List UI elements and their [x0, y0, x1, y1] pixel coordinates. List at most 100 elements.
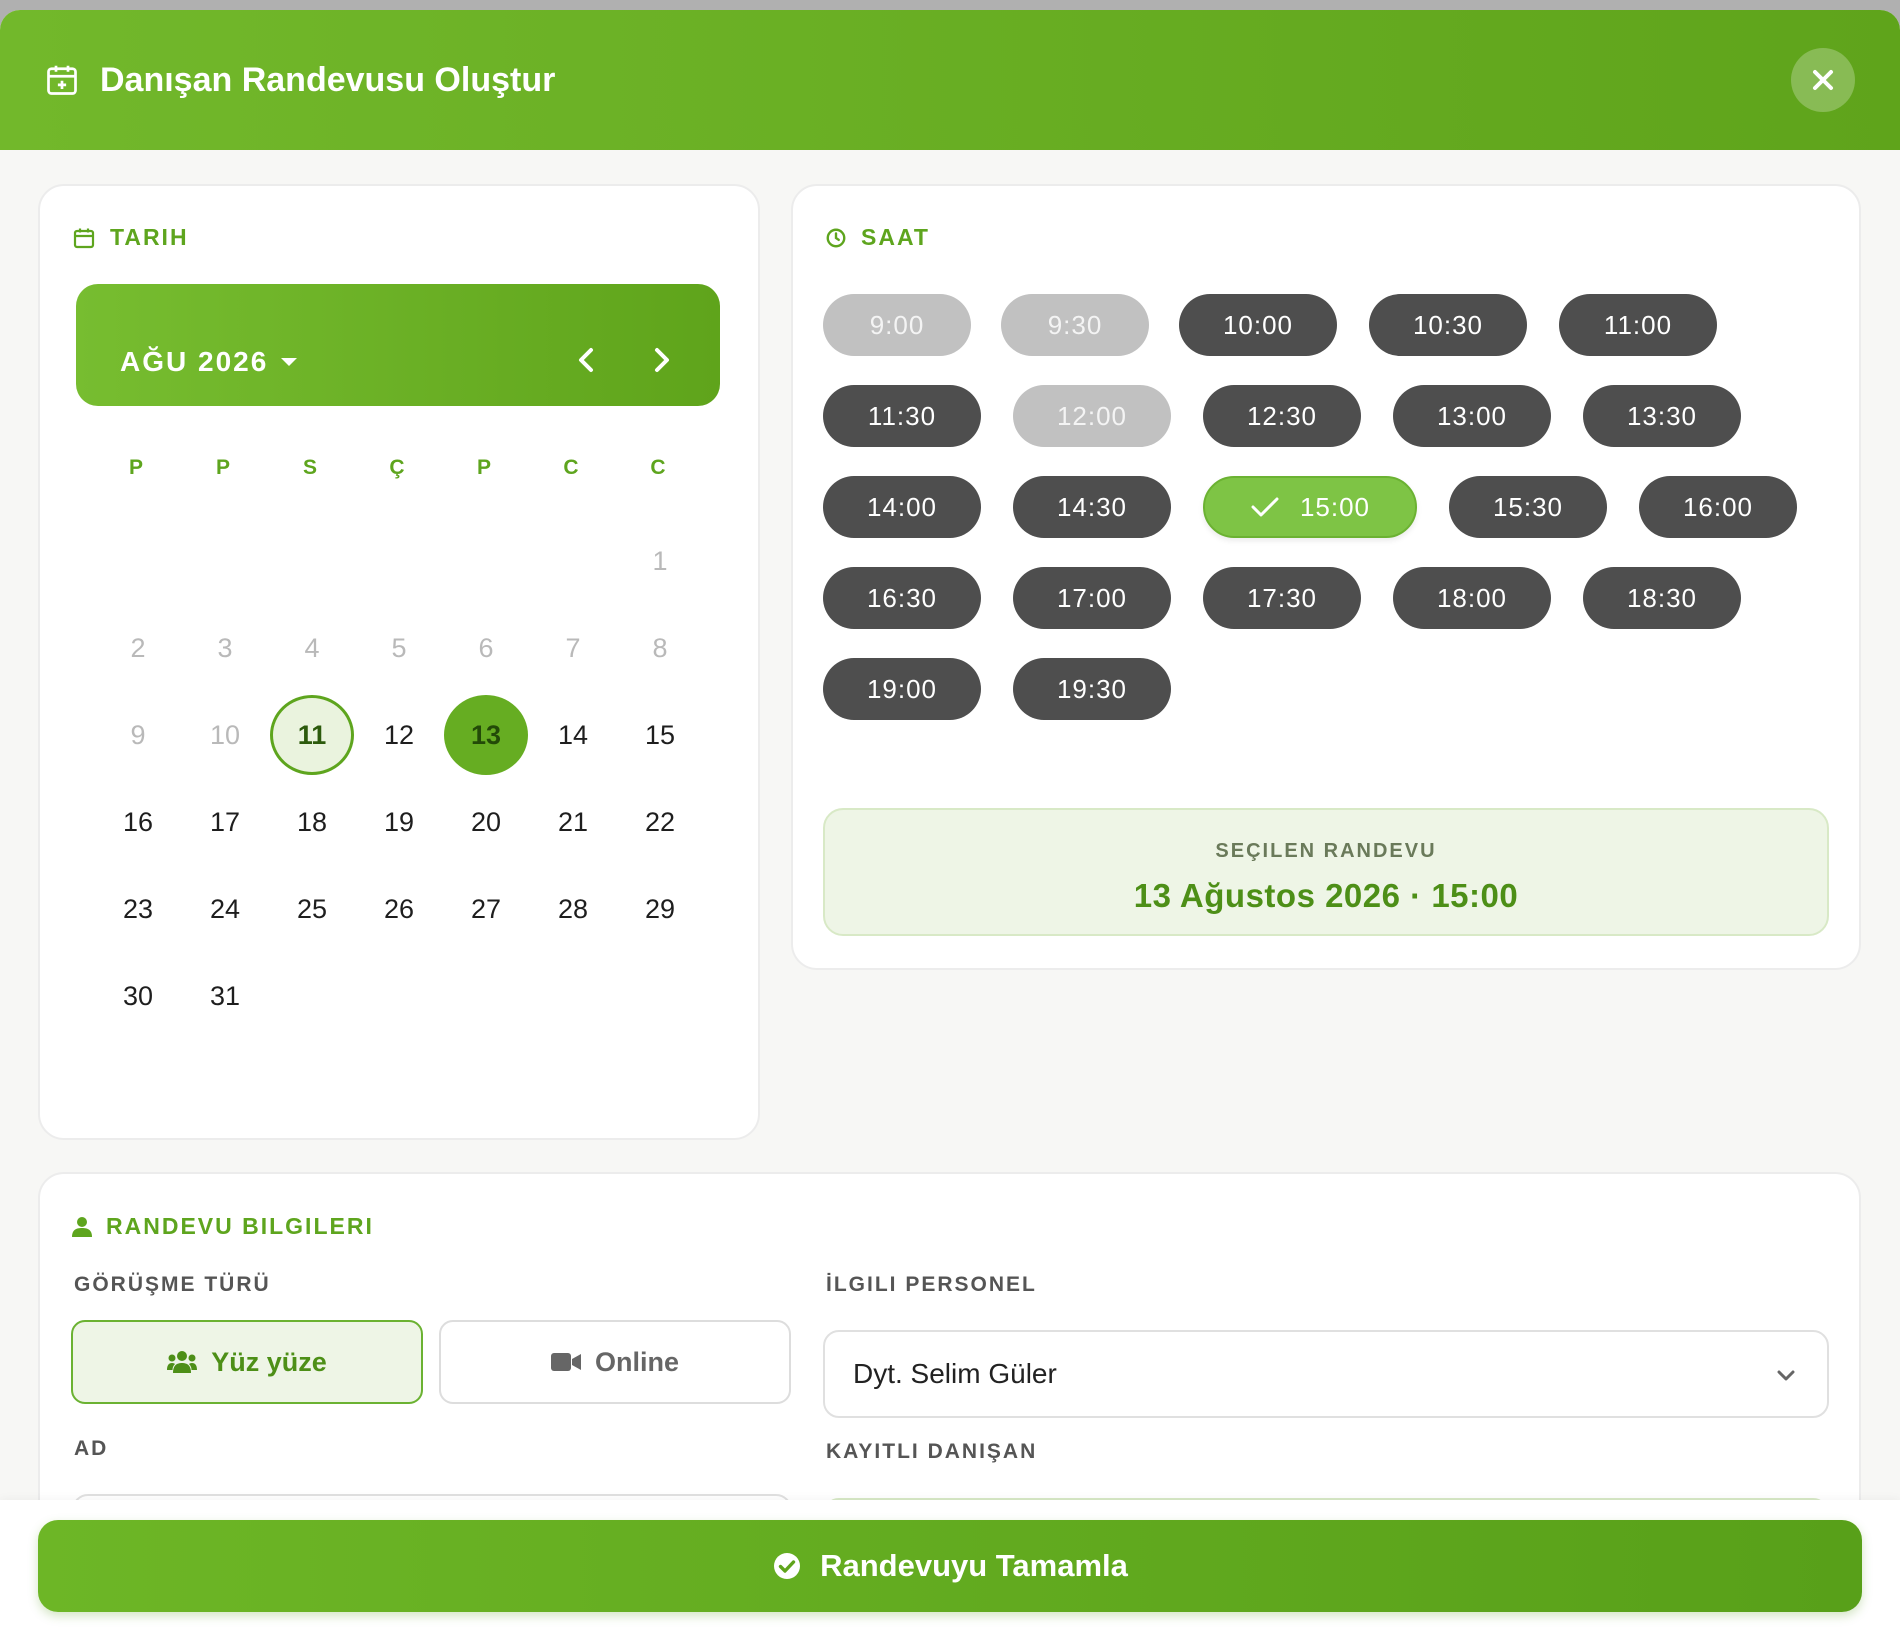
calendar-day[interactable]: 20 — [444, 782, 528, 862]
time-slot[interactable]: 19:00 — [823, 658, 981, 720]
check-icon — [1251, 497, 1279, 517]
registered-client-label: KAYITLI DANIŞAN — [826, 1440, 1038, 1463]
time-slot-label: 10:00 — [1222, 309, 1294, 340]
calendar-day[interactable]: 24 — [183, 869, 267, 949]
time-slot[interactable]: 11:30 — [823, 385, 981, 447]
calendar-day: 8 — [652, 633, 668, 663]
weekday-label: C — [563, 456, 579, 479]
check-circle-icon — [774, 1553, 801, 1579]
time-slot-label: 10:30 — [1412, 309, 1484, 340]
calendar-day[interactable]: 26 — [357, 869, 441, 949]
time-section-title: SAAT — [825, 224, 930, 251]
next-month-button[interactable] — [642, 340, 682, 380]
online-toggle[interactable]: Online — [439, 1320, 791, 1404]
selected-appointment-summary: SEÇILEN RANDEVU 13 Ağustos 2026 · 15:00 — [823, 808, 1829, 936]
time-slot[interactable]: 18:30 — [1583, 567, 1741, 629]
complete-appointment-label: Randevuyu Tamamla — [820, 1548, 1128, 1583]
calendar-day[interactable]: 18 — [270, 782, 354, 862]
appointment-modal: Danışan Randevusu Oluştur TARIH AĞU 2026… — [0, 10, 1900, 1649]
calendar-day[interactable]: 19 — [357, 782, 441, 862]
close-icon — [1813, 70, 1833, 90]
time-slot[interactable]: 10:00 — [1179, 294, 1337, 356]
time-slot: 12:00 — [1013, 385, 1171, 447]
time-slot-label: 17:00 — [1056, 582, 1128, 613]
time-slot[interactable]: 10:30 — [1369, 294, 1527, 356]
calendar-day-selected[interactable]: 13 — [444, 695, 528, 775]
close-button[interactable] — [1791, 48, 1855, 112]
time-slot-label: 19:30 — [1056, 673, 1128, 704]
video-camera-icon — [550, 1353, 581, 1371]
calendar-day[interactable]: 14 — [531, 695, 615, 775]
calendar-day[interactable]: 29 — [618, 869, 702, 949]
calendar-day: 6 — [478, 633, 494, 663]
time-slot[interactable]: 17:30 — [1203, 567, 1361, 629]
calendar-day[interactable]: 12 — [357, 695, 441, 775]
staff-label: İLGILI PERSONEL — [826, 1273, 1037, 1296]
calendar-day[interactable]: 30 — [96, 956, 180, 1036]
time-slot-label: 14:30 — [1056, 491, 1128, 522]
date-section-title: TARIH — [72, 224, 189, 251]
time-slot-label: 13:30 — [1626, 400, 1698, 431]
time-slot-selected[interactable]: 15:00 — [1203, 476, 1417, 538]
staff-value: Dyt. Selim Güler — [853, 1358, 1057, 1389]
time-slot[interactable]: 19:30 — [1013, 658, 1171, 720]
time-slot-label: 16:30 — [866, 582, 938, 613]
weekday-label: P — [476, 456, 491, 479]
weekday-label: P — [215, 456, 230, 479]
time-slot[interactable]: 15:30 — [1449, 476, 1607, 538]
caret-down-icon — [281, 358, 298, 366]
weekday-label: S — [302, 456, 317, 479]
time-slot[interactable]: 18:00 — [1393, 567, 1551, 629]
time-slot[interactable]: 14:30 — [1013, 476, 1171, 538]
calendar-day[interactable]: 23 — [96, 869, 180, 949]
weekday-label: C — [650, 456, 666, 479]
time-slot[interactable]: 12:30 — [1203, 385, 1361, 447]
time-slot[interactable]: 16:30 — [823, 567, 981, 629]
month-selector[interactable]: AĞU 2026 — [120, 346, 298, 378]
time-slot-label: 9:00 — [869, 309, 925, 340]
time-slot[interactable]: 11:00 — [1559, 294, 1717, 356]
calendar-day: 2 — [130, 633, 146, 663]
time-slot-label: 11:00 — [1603, 309, 1673, 340]
calendar-day[interactable]: 22 — [618, 782, 702, 862]
time-slot[interactable]: 14:00 — [823, 476, 981, 538]
face-to-face-toggle[interactable]: Yüz yüze — [71, 1320, 423, 1404]
chevron-down-icon — [1777, 1370, 1795, 1381]
calendar-day[interactable]: 16 — [96, 782, 180, 862]
time-slot-label: 17:30 — [1246, 582, 1318, 613]
staff-select[interactable]: Dyt. Selim Güler — [823, 1330, 1829, 1418]
calendar-header: AĞU 2026 — [76, 284, 720, 406]
calendar-day[interactable]: 27 — [444, 869, 528, 949]
calendar-day: 10 — [209, 720, 241, 750]
calendar-day[interactable]: 25 — [270, 869, 354, 949]
info-section-title: RANDEVU BILGILERI — [72, 1213, 374, 1240]
calendar-day[interactable]: 15 — [618, 695, 702, 775]
weekday-label: P — [128, 456, 143, 479]
calendar-day: 4 — [304, 633, 320, 663]
calendar-day-today[interactable]: 11 — [270, 695, 354, 775]
calendar-day[interactable]: 28 — [531, 869, 615, 949]
time-slot[interactable]: 16:00 — [1639, 476, 1797, 538]
calendar-day[interactable]: 17 — [183, 782, 267, 862]
time-slot-label: 16:00 — [1682, 491, 1754, 522]
complete-appointment-button[interactable]: Randevuyu Tamamla — [38, 1520, 1862, 1612]
time-slot-label: 15:30 — [1492, 491, 1564, 522]
users-icon — [167, 1351, 198, 1373]
calendar-day: 1 — [652, 546, 668, 576]
time-slot[interactable]: 13:30 — [1583, 385, 1741, 447]
calendar-icon — [73, 228, 95, 248]
time-slot-label: 12:00 — [1056, 400, 1128, 431]
calendar-day[interactable]: 21 — [531, 782, 615, 862]
calendar-plus-icon — [47, 65, 77, 95]
user-icon — [72, 1216, 92, 1237]
time-slot-label: 13:00 — [1436, 400, 1508, 431]
time-slot: 9:00 — [823, 294, 971, 356]
summary-value: 13 Ağustos 2026 · 15:00 — [1133, 877, 1519, 914]
time-slot-label: 12:30 — [1246, 400, 1318, 431]
calendar-day[interactable]: 31 — [183, 956, 267, 1036]
time-slot[interactable]: 17:00 — [1013, 567, 1171, 629]
time-slot[interactable]: 13:00 — [1393, 385, 1551, 447]
time-slot-label: 19:00 — [866, 673, 938, 704]
calendar-day: 5 — [391, 633, 407, 663]
prev-month-button[interactable] — [566, 340, 606, 380]
